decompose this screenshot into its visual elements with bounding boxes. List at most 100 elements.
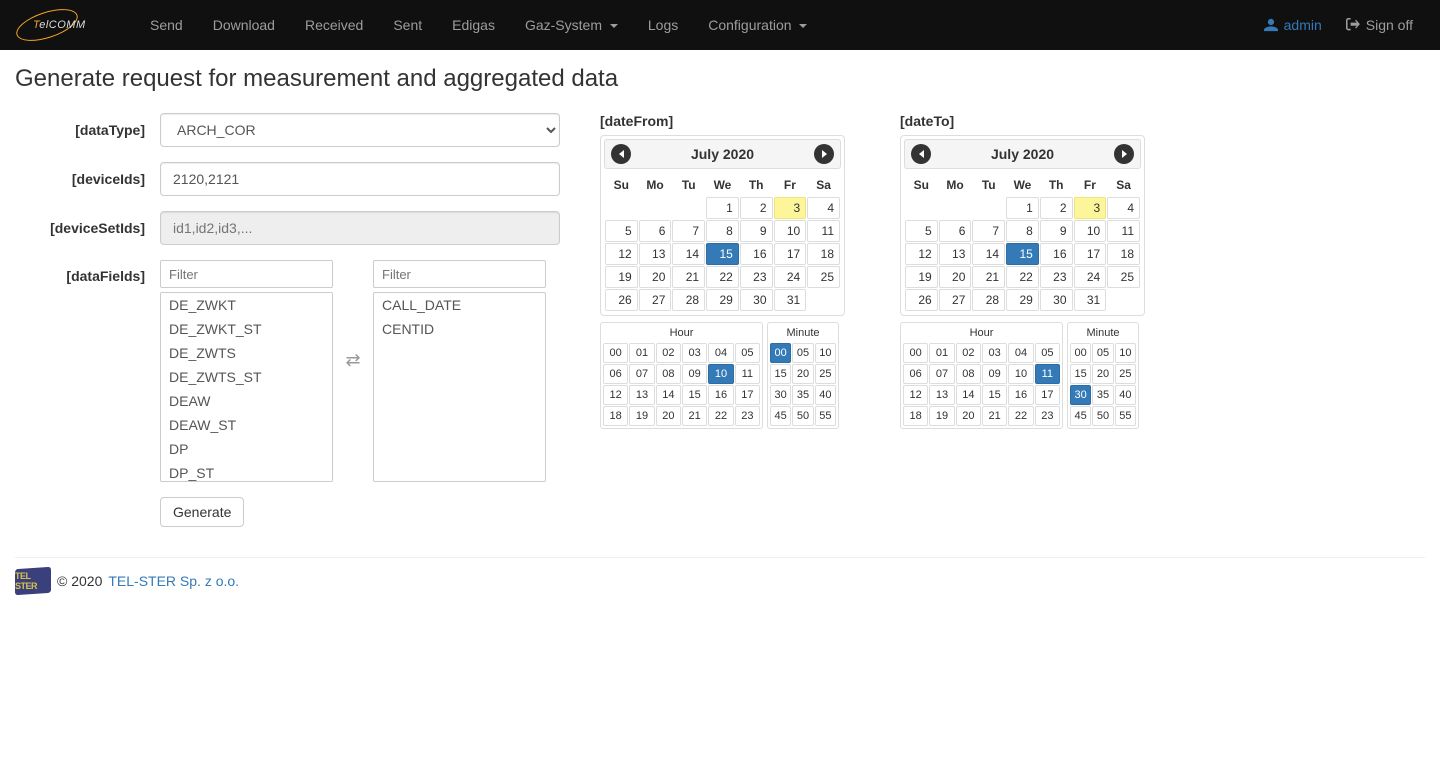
datefrom-hour-03[interactable]: 03 <box>682 343 707 363</box>
datefrom-hour-06[interactable]: 06 <box>603 364 628 384</box>
datefrom-day-25[interactable]: 25 <box>807 266 840 288</box>
datefrom-hour-20[interactable]: 20 <box>656 406 681 426</box>
dateto-day-24[interactable]: 24 <box>1074 266 1107 288</box>
dateto-day-28[interactable]: 28 <box>972 289 1005 311</box>
datefrom-day-8[interactable]: 8 <box>706 220 739 242</box>
nav-item-gaz-system[interactable]: Gaz-System <box>510 2 633 48</box>
datefrom-day-3[interactable]: 3 <box>774 197 807 219</box>
dateto-prev-month-button[interactable] <box>911 144 931 164</box>
dateto-next-month-button[interactable] <box>1114 144 1134 164</box>
datefrom-hour-21[interactable]: 21 <box>682 406 707 426</box>
nav-item-edigas[interactable]: Edigas <box>437 2 510 48</box>
dateto-hour-05[interactable]: 05 <box>1035 343 1060 363</box>
dateto-hour-16[interactable]: 16 <box>1008 385 1033 405</box>
dateto-minute-05[interactable]: 05 <box>1092 343 1113 363</box>
datefrom-hour-12[interactable]: 12 <box>603 385 628 405</box>
swap-icon[interactable]: ⇄ <box>345 350 360 371</box>
datefrom-day-17[interactable]: 17 <box>774 243 807 265</box>
datefrom-day-10[interactable]: 10 <box>774 220 807 242</box>
brand-logo[interactable]: TelCOMM <box>15 12 125 38</box>
available-filter-input[interactable] <box>160 260 333 288</box>
dateto-minute-55[interactable]: 55 <box>1115 406 1136 426</box>
dateto-day-25[interactable]: 25 <box>1107 266 1140 288</box>
available-option[interactable]: DEAW <box>161 389 332 413</box>
datefrom-hour-15[interactable]: 15 <box>682 385 707 405</box>
datefrom-hour-23[interactable]: 23 <box>735 406 760 426</box>
datefrom-minute-10[interactable]: 10 <box>815 343 836 363</box>
dateto-hour-02[interactable]: 02 <box>956 343 981 363</box>
nav-item-configuration[interactable]: Configuration <box>693 2 822 48</box>
datefrom-day-21[interactable]: 21 <box>672 266 705 288</box>
dateto-hour-08[interactable]: 08 <box>956 364 981 384</box>
dateto-minute-15[interactable]: 15 <box>1070 364 1091 384</box>
dateto-hour-12[interactable]: 12 <box>903 385 928 405</box>
dateto-minute-10[interactable]: 10 <box>1115 343 1136 363</box>
dateto-day-4[interactable]: 4 <box>1107 197 1140 219</box>
datefrom-day-12[interactable]: 12 <box>605 243 638 265</box>
dateto-day-26[interactable]: 26 <box>905 289 938 311</box>
datefrom-day-14[interactable]: 14 <box>672 243 705 265</box>
dateto-day-17[interactable]: 17 <box>1074 243 1107 265</box>
datefrom-day-13[interactable]: 13 <box>639 243 672 265</box>
datefrom-hour-01[interactable]: 01 <box>629 343 654 363</box>
selected-option[interactable]: CENTID <box>374 317 545 341</box>
datefrom-hour-07[interactable]: 07 <box>629 364 654 384</box>
dateto-minute-00[interactable]: 00 <box>1070 343 1091 363</box>
dateto-day-18[interactable]: 18 <box>1107 243 1140 265</box>
dateto-minute-40[interactable]: 40 <box>1115 385 1136 405</box>
dateto-minute-30[interactable]: 30 <box>1070 385 1091 405</box>
datefrom-day-20[interactable]: 20 <box>639 266 672 288</box>
datefrom-hour-11[interactable]: 11 <box>735 364 760 384</box>
datefrom-minute-25[interactable]: 25 <box>815 364 836 384</box>
dateto-hour-20[interactable]: 20 <box>956 406 981 426</box>
dateto-hour-07[interactable]: 07 <box>929 364 954 384</box>
datefrom-day-24[interactable]: 24 <box>774 266 807 288</box>
datefrom-day-22[interactable]: 22 <box>706 266 739 288</box>
dateto-day-9[interactable]: 9 <box>1040 220 1073 242</box>
dateto-hour-09[interactable]: 09 <box>982 364 1007 384</box>
nav-item-received[interactable]: Received <box>290 2 378 48</box>
datefrom-minute-20[interactable]: 20 <box>792 364 813 384</box>
dateto-hour-19[interactable]: 19 <box>929 406 954 426</box>
dateto-hour-11[interactable]: 11 <box>1035 364 1060 384</box>
datefrom-hour-09[interactable]: 09 <box>682 364 707 384</box>
dateto-day-11[interactable]: 11 <box>1107 220 1140 242</box>
available-option[interactable]: DE_ZWTS <box>161 341 332 365</box>
dateto-day-1[interactable]: 1 <box>1006 197 1039 219</box>
datefrom-hour-10[interactable]: 10 <box>708 364 733 384</box>
dateto-day-10[interactable]: 10 <box>1074 220 1107 242</box>
datefrom-hour-19[interactable]: 19 <box>629 406 654 426</box>
dateto-day-30[interactable]: 30 <box>1040 289 1073 311</box>
dateto-hour-21[interactable]: 21 <box>982 406 1007 426</box>
datefrom-day-27[interactable]: 27 <box>639 289 672 311</box>
datefrom-day-28[interactable]: 28 <box>672 289 705 311</box>
dateto-day-5[interactable]: 5 <box>905 220 938 242</box>
dateto-hour-00[interactable]: 00 <box>903 343 928 363</box>
datefrom-minute-40[interactable]: 40 <box>815 385 836 405</box>
datefrom-day-16[interactable]: 16 <box>740 243 773 265</box>
datefrom-hour-04[interactable]: 04 <box>708 343 733 363</box>
datefrom-next-month-button[interactable] <box>814 144 834 164</box>
dateto-day-8[interactable]: 8 <box>1006 220 1039 242</box>
available-option[interactable]: DP_ST <box>161 461 332 482</box>
datefrom-day-2[interactable]: 2 <box>740 197 773 219</box>
dateto-minute-45[interactable]: 45 <box>1070 406 1091 426</box>
datefrom-hour-13[interactable]: 13 <box>629 385 654 405</box>
dateto-hour-01[interactable]: 01 <box>929 343 954 363</box>
available-option[interactable]: DE_ZWKT <box>161 293 332 317</box>
datefrom-day-7[interactable]: 7 <box>672 220 705 242</box>
dateto-minute-50[interactable]: 50 <box>1092 406 1113 426</box>
available-option[interactable]: DE_ZWKT_ST <box>161 317 332 341</box>
dateto-day-3[interactable]: 3 <box>1074 197 1107 219</box>
datefrom-day-19[interactable]: 19 <box>605 266 638 288</box>
nav-item-sent[interactable]: Sent <box>378 2 437 48</box>
dateto-day-22[interactable]: 22 <box>1006 266 1039 288</box>
dateto-minute-25[interactable]: 25 <box>1115 364 1136 384</box>
datefrom-minute-00[interactable]: 00 <box>770 343 791 363</box>
dateto-day-7[interactable]: 7 <box>972 220 1005 242</box>
dateto-day-27[interactable]: 27 <box>939 289 972 311</box>
dateto-hour-17[interactable]: 17 <box>1035 385 1060 405</box>
datefrom-day-29[interactable]: 29 <box>706 289 739 311</box>
datefrom-day-18[interactable]: 18 <box>807 243 840 265</box>
dateto-day-29[interactable]: 29 <box>1006 289 1039 311</box>
